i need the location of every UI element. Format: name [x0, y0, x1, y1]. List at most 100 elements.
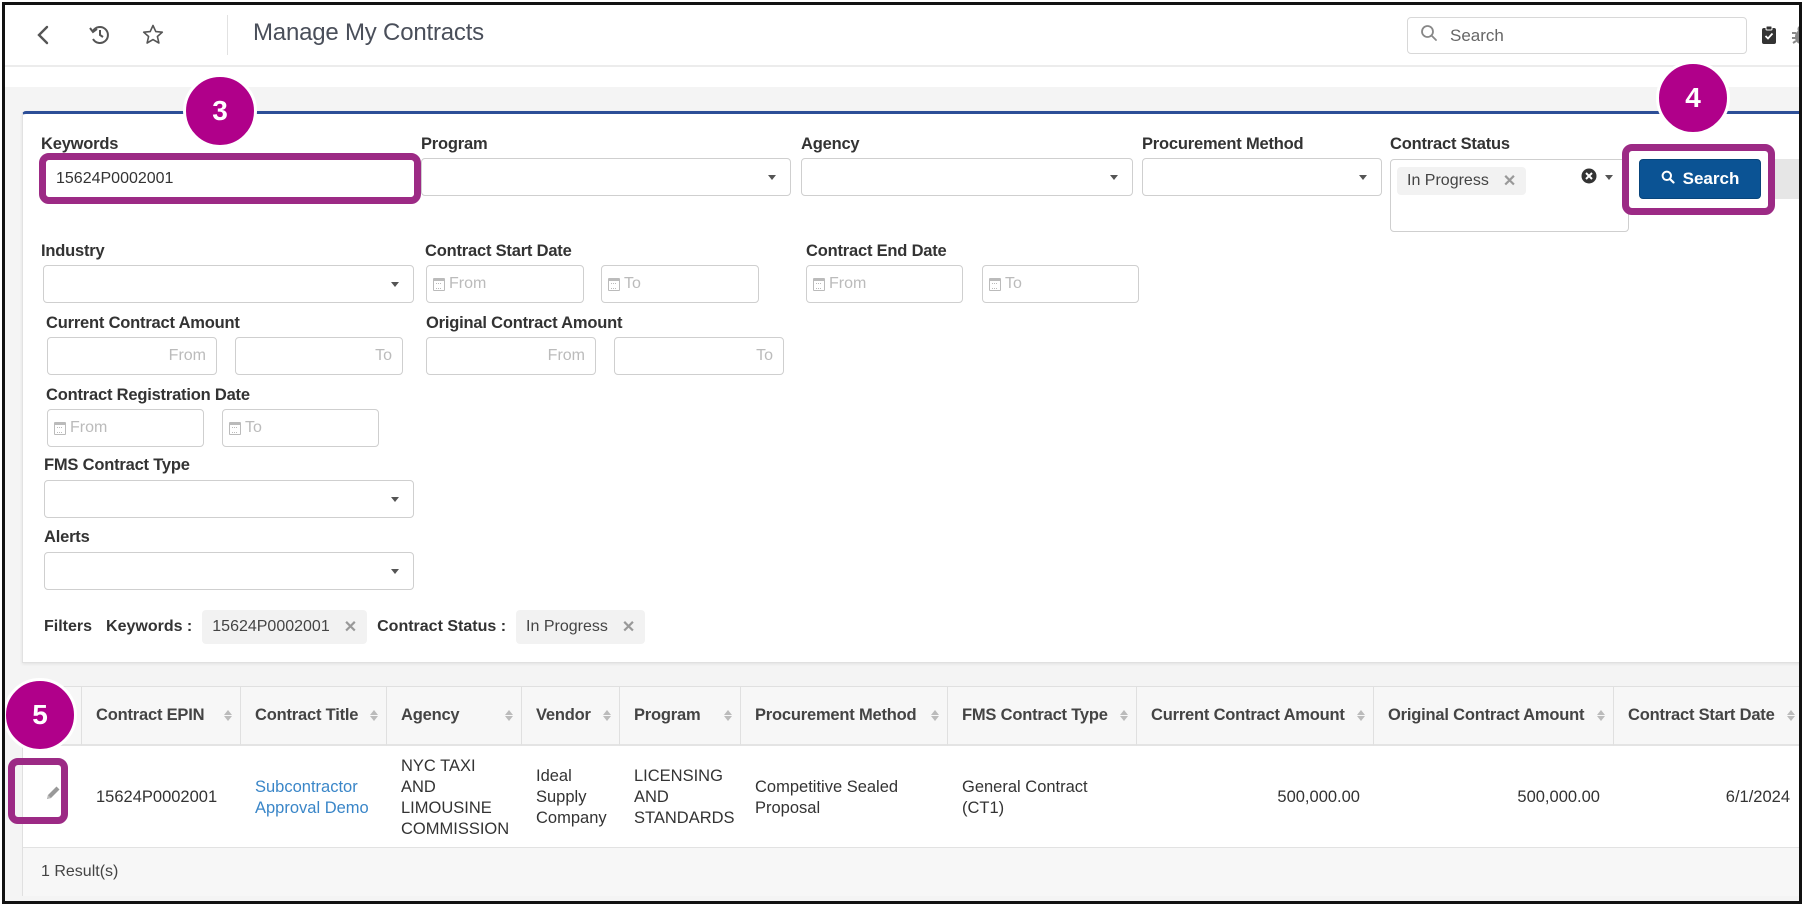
contract-end-date-to[interactable] [982, 265, 1139, 303]
remove-tag-icon[interactable]: ✕ [1503, 171, 1516, 191]
industry-select[interactable] [43, 265, 414, 303]
current-amount-to-input[interactable] [246, 347, 392, 365]
sort-icon[interactable] [603, 710, 611, 721]
contract-start-date-from-input[interactable] [449, 275, 573, 293]
applied-filters: Filters Keywords : 15624P0002001 ✕ Contr… [44, 610, 646, 644]
contract-start-date-from[interactable] [426, 265, 584, 303]
highlight-edit-button [8, 758, 68, 824]
clear-selection-icon[interactable] [1581, 168, 1597, 189]
cell-original-amount: 500,000.00 [1517, 788, 1600, 806]
cell-current-amount: 500,000.00 [1277, 788, 1360, 806]
registration-date-from-input[interactable] [70, 419, 193, 437]
bug-icon[interactable] [1790, 24, 1799, 51]
original-contract-amount-label: Original Contract Amount [426, 314, 623, 332]
chevron-down-icon [768, 175, 776, 180]
toolbar-strip [1775, 159, 1799, 199]
search-icon [1420, 24, 1438, 47]
chevron-down-icon[interactable] [1605, 175, 1613, 180]
sort-icon[interactable] [1120, 710, 1128, 721]
search-button[interactable]: Search [1639, 159, 1761, 199]
sort-icon[interactable] [1597, 710, 1605, 721]
procurement-method-label: Procurement Method [1142, 135, 1304, 153]
program-select[interactable] [421, 158, 791, 196]
column-header-epin[interactable]: Contract EPIN [82, 687, 241, 746]
cell-procurement-method: Competitive Sealed Proposal [755, 777, 899, 817]
contract-start-date-label: Contract Start Date [425, 242, 572, 260]
sort-icon[interactable] [505, 710, 513, 721]
sort-icon[interactable] [1357, 710, 1365, 721]
back-chevron-icon[interactable] [29, 20, 57, 50]
original-amount-to-input[interactable] [625, 347, 773, 365]
contract-title-link[interactable]: Subcontractor Approval Demo [255, 777, 373, 819]
sort-icon[interactable] [1787, 710, 1795, 721]
procurement-method-select[interactable] [1142, 158, 1382, 196]
applied-filter-key: Contract Status : [377, 618, 507, 635]
column-header-title[interactable]: Contract Title [241, 687, 387, 746]
cell-program: LICENSING AND STANDARDS [634, 767, 735, 827]
current-amount-from-input[interactable] [58, 347, 206, 365]
annotation-badge-5: 5 [5, 678, 77, 752]
history-icon[interactable] [86, 20, 114, 50]
remove-filter-icon[interactable]: ✕ [622, 617, 635, 637]
sort-icon[interactable] [724, 710, 732, 721]
column-header-program[interactable]: Program [620, 687, 741, 746]
current-amount-to[interactable] [235, 337, 403, 375]
calendar-icon [433, 277, 445, 291]
chevron-down-icon [391, 282, 399, 287]
column-header-original-amount[interactable]: Original Contract Amount [1374, 687, 1614, 746]
star-icon[interactable] [139, 20, 167, 50]
registration-date-from[interactable] [47, 409, 204, 447]
contract-status-multiselect[interactable]: In Progress ✕ [1390, 159, 1629, 232]
cell-fms-contract-type: General Contract (CT1) [962, 777, 1088, 817]
table-footer: 1 Result(s) [23, 848, 1799, 896]
applied-filter-chip: In Progress ✕ [516, 610, 646, 644]
program-label: Program [421, 135, 488, 153]
original-amount-to[interactable] [614, 337, 784, 375]
cell-agency: NYC TAXI AND LIMOUSINE COMMISSION [401, 756, 510, 838]
applied-filter-chip: 15624P0002001 ✕ [202, 610, 368, 644]
current-amount-from[interactable] [47, 337, 217, 375]
app-window: Manage My Contracts Keywords Program Age… [2, 2, 1802, 904]
sort-icon[interactable] [370, 710, 378, 721]
column-header-start-date[interactable]: Contract Start Date [1614, 687, 1799, 746]
contract-end-date-to-input[interactable] [1005, 275, 1128, 293]
global-search-input[interactable] [1450, 25, 1720, 46]
calendar-icon [989, 277, 1001, 291]
contract-end-date-from-input[interactable] [829, 275, 952, 293]
column-header-procurement-method[interactable]: Procurement Method [741, 687, 948, 746]
chevron-down-icon [391, 569, 399, 574]
column-header-current-amount[interactable]: Current Contract Amount [1137, 687, 1374, 746]
page-title: Manage My Contracts [253, 19, 484, 46]
agency-select[interactable] [801, 158, 1133, 196]
original-amount-from[interactable] [426, 337, 596, 375]
column-header-fms-contract-type[interactable]: FMS Contract Type [948, 687, 1137, 746]
contract-start-date-to-input[interactable] [624, 275, 748, 293]
fms-contract-type-select[interactable] [44, 480, 414, 518]
contract-end-date-from[interactable] [806, 265, 963, 303]
calendar-icon [229, 421, 241, 435]
registration-date-to[interactable] [222, 409, 379, 447]
global-search[interactable] [1407, 17, 1747, 54]
registration-date-to-input[interactable] [245, 419, 368, 437]
header-divider [227, 15, 228, 55]
agency-label: Agency [801, 135, 860, 153]
column-header-vendor[interactable]: Vendor [522, 687, 620, 746]
calendar-icon [608, 277, 620, 291]
alerts-label: Alerts [44, 528, 90, 546]
sort-icon[interactable] [224, 710, 232, 721]
keywords-input[interactable] [56, 169, 404, 188]
contract-status-label: Contract Status [1390, 135, 1510, 153]
industry-label: Industry [41, 242, 105, 260]
sort-icon[interactable] [931, 710, 939, 721]
contract-start-date-to[interactable] [601, 265, 759, 303]
column-header-agency[interactable]: Agency [387, 687, 522, 746]
keywords-label: Keywords [41, 135, 119, 153]
annotation-badge-4: 4 [1656, 61, 1730, 135]
alerts-select[interactable] [44, 552, 414, 590]
clipboard-check-icon[interactable] [1761, 25, 1777, 50]
cell-vendor: Ideal Supply Company [536, 767, 607, 827]
applied-filters-label: Filters [44, 618, 93, 635]
remove-filter-icon[interactable]: ✕ [344, 617, 357, 637]
annotation-badge-3: 3 [183, 74, 257, 148]
original-amount-from-input[interactable] [437, 347, 585, 365]
